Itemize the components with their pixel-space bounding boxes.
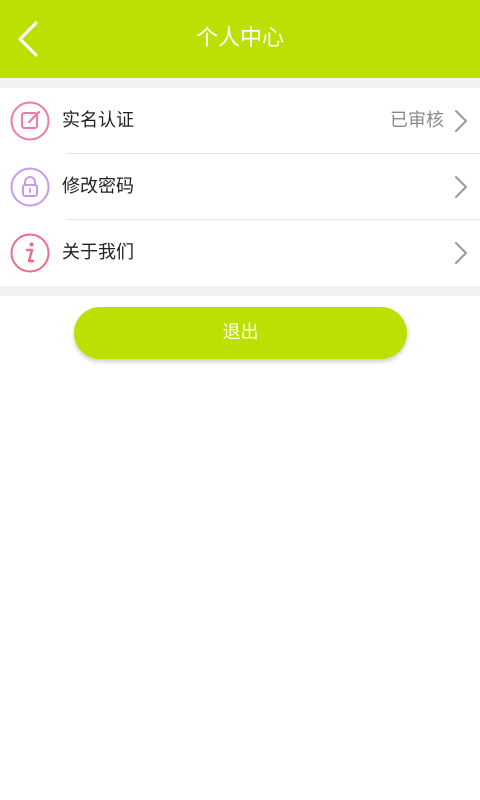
chevron-right-icon [455, 110, 467, 132]
section-spacer [0, 78, 480, 88]
info-icon [10, 233, 50, 273]
header-bar: 个人中心 [0, 0, 480, 78]
edit-icon [10, 101, 50, 141]
settings-list: 实名认证 已审核 修改密码 关于我们 [0, 88, 480, 286]
list-item-label: 修改密码 [62, 176, 134, 197]
logout-button[interactable]: 退出 [74, 307, 407, 359]
list-item-about-us[interactable]: 关于我们 [0, 220, 480, 286]
list-item-real-name-verification[interactable]: 实名认证 已审核 [0, 88, 480, 154]
list-item-change-password[interactable]: 修改密码 [0, 154, 480, 220]
lock-icon [10, 167, 50, 207]
status-value: 已审核 [390, 110, 444, 131]
chevron-right-icon [455, 176, 467, 198]
chevron-right-icon [455, 242, 467, 264]
list-item-label: 关于我们 [62, 242, 134, 263]
section-spacer [0, 286, 480, 296]
list-item-label: 实名认证 [62, 110, 134, 131]
page-title: 个人中心 [195, 26, 284, 51]
